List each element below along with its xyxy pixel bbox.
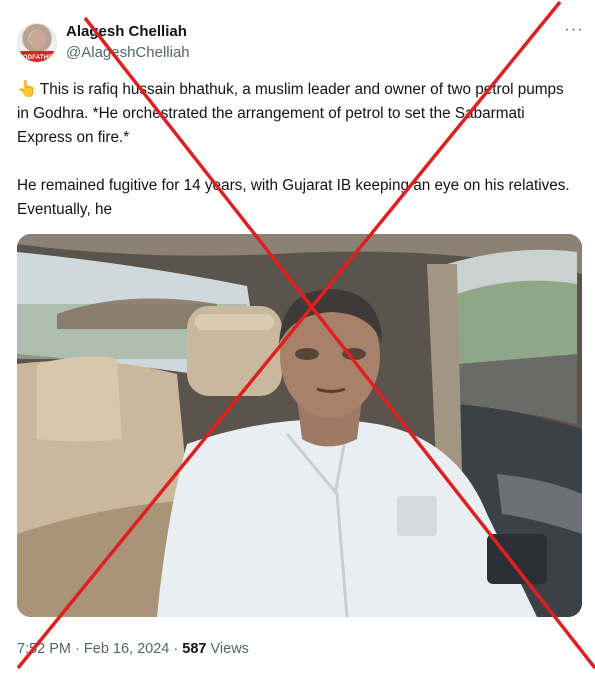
tweet-photo[interactable] <box>17 234 582 617</box>
views-count: 587 <box>182 641 207 657</box>
author-display-name[interactable]: Alagesh Chelliah <box>66 23 187 40</box>
tweet-date[interactable]: Feb 16, 2024 <box>84 641 169 657</box>
author-handle[interactable]: @AlageshChelliah <box>66 44 190 61</box>
avatar[interactable]: GODFATHER <box>17 23 57 63</box>
tweet-card: GODFATHER Alagesh Chelliah @AlageshChell… <box>0 0 595 673</box>
tweet-text: 👆 This is rafiq hussain bhathuk, a muslim… <box>17 78 577 222</box>
views-label: Views <box>210 641 249 657</box>
more-horizontal-icon: ··· <box>564 19 584 38</box>
more-options-button[interactable]: ··· <box>563 19 585 42</box>
tweet-time[interactable]: 7:52 PM <box>17 641 71 657</box>
meta-separator-2: · <box>173 641 179 657</box>
avatar-face <box>29 30 46 49</box>
tweet-body: This is rafiq hussain bhathuk, a muslim … <box>17 81 570 218</box>
tweet-meta: 7:52 PM · Feb 16, 2024 · 587 Views <box>17 641 249 657</box>
pointing-up-icon: 👆 <box>17 81 37 98</box>
avatar-badge-text: GODFATHER <box>18 55 57 61</box>
photo-illustration <box>17 234 582 617</box>
meta-separator: · <box>75 641 80 657</box>
